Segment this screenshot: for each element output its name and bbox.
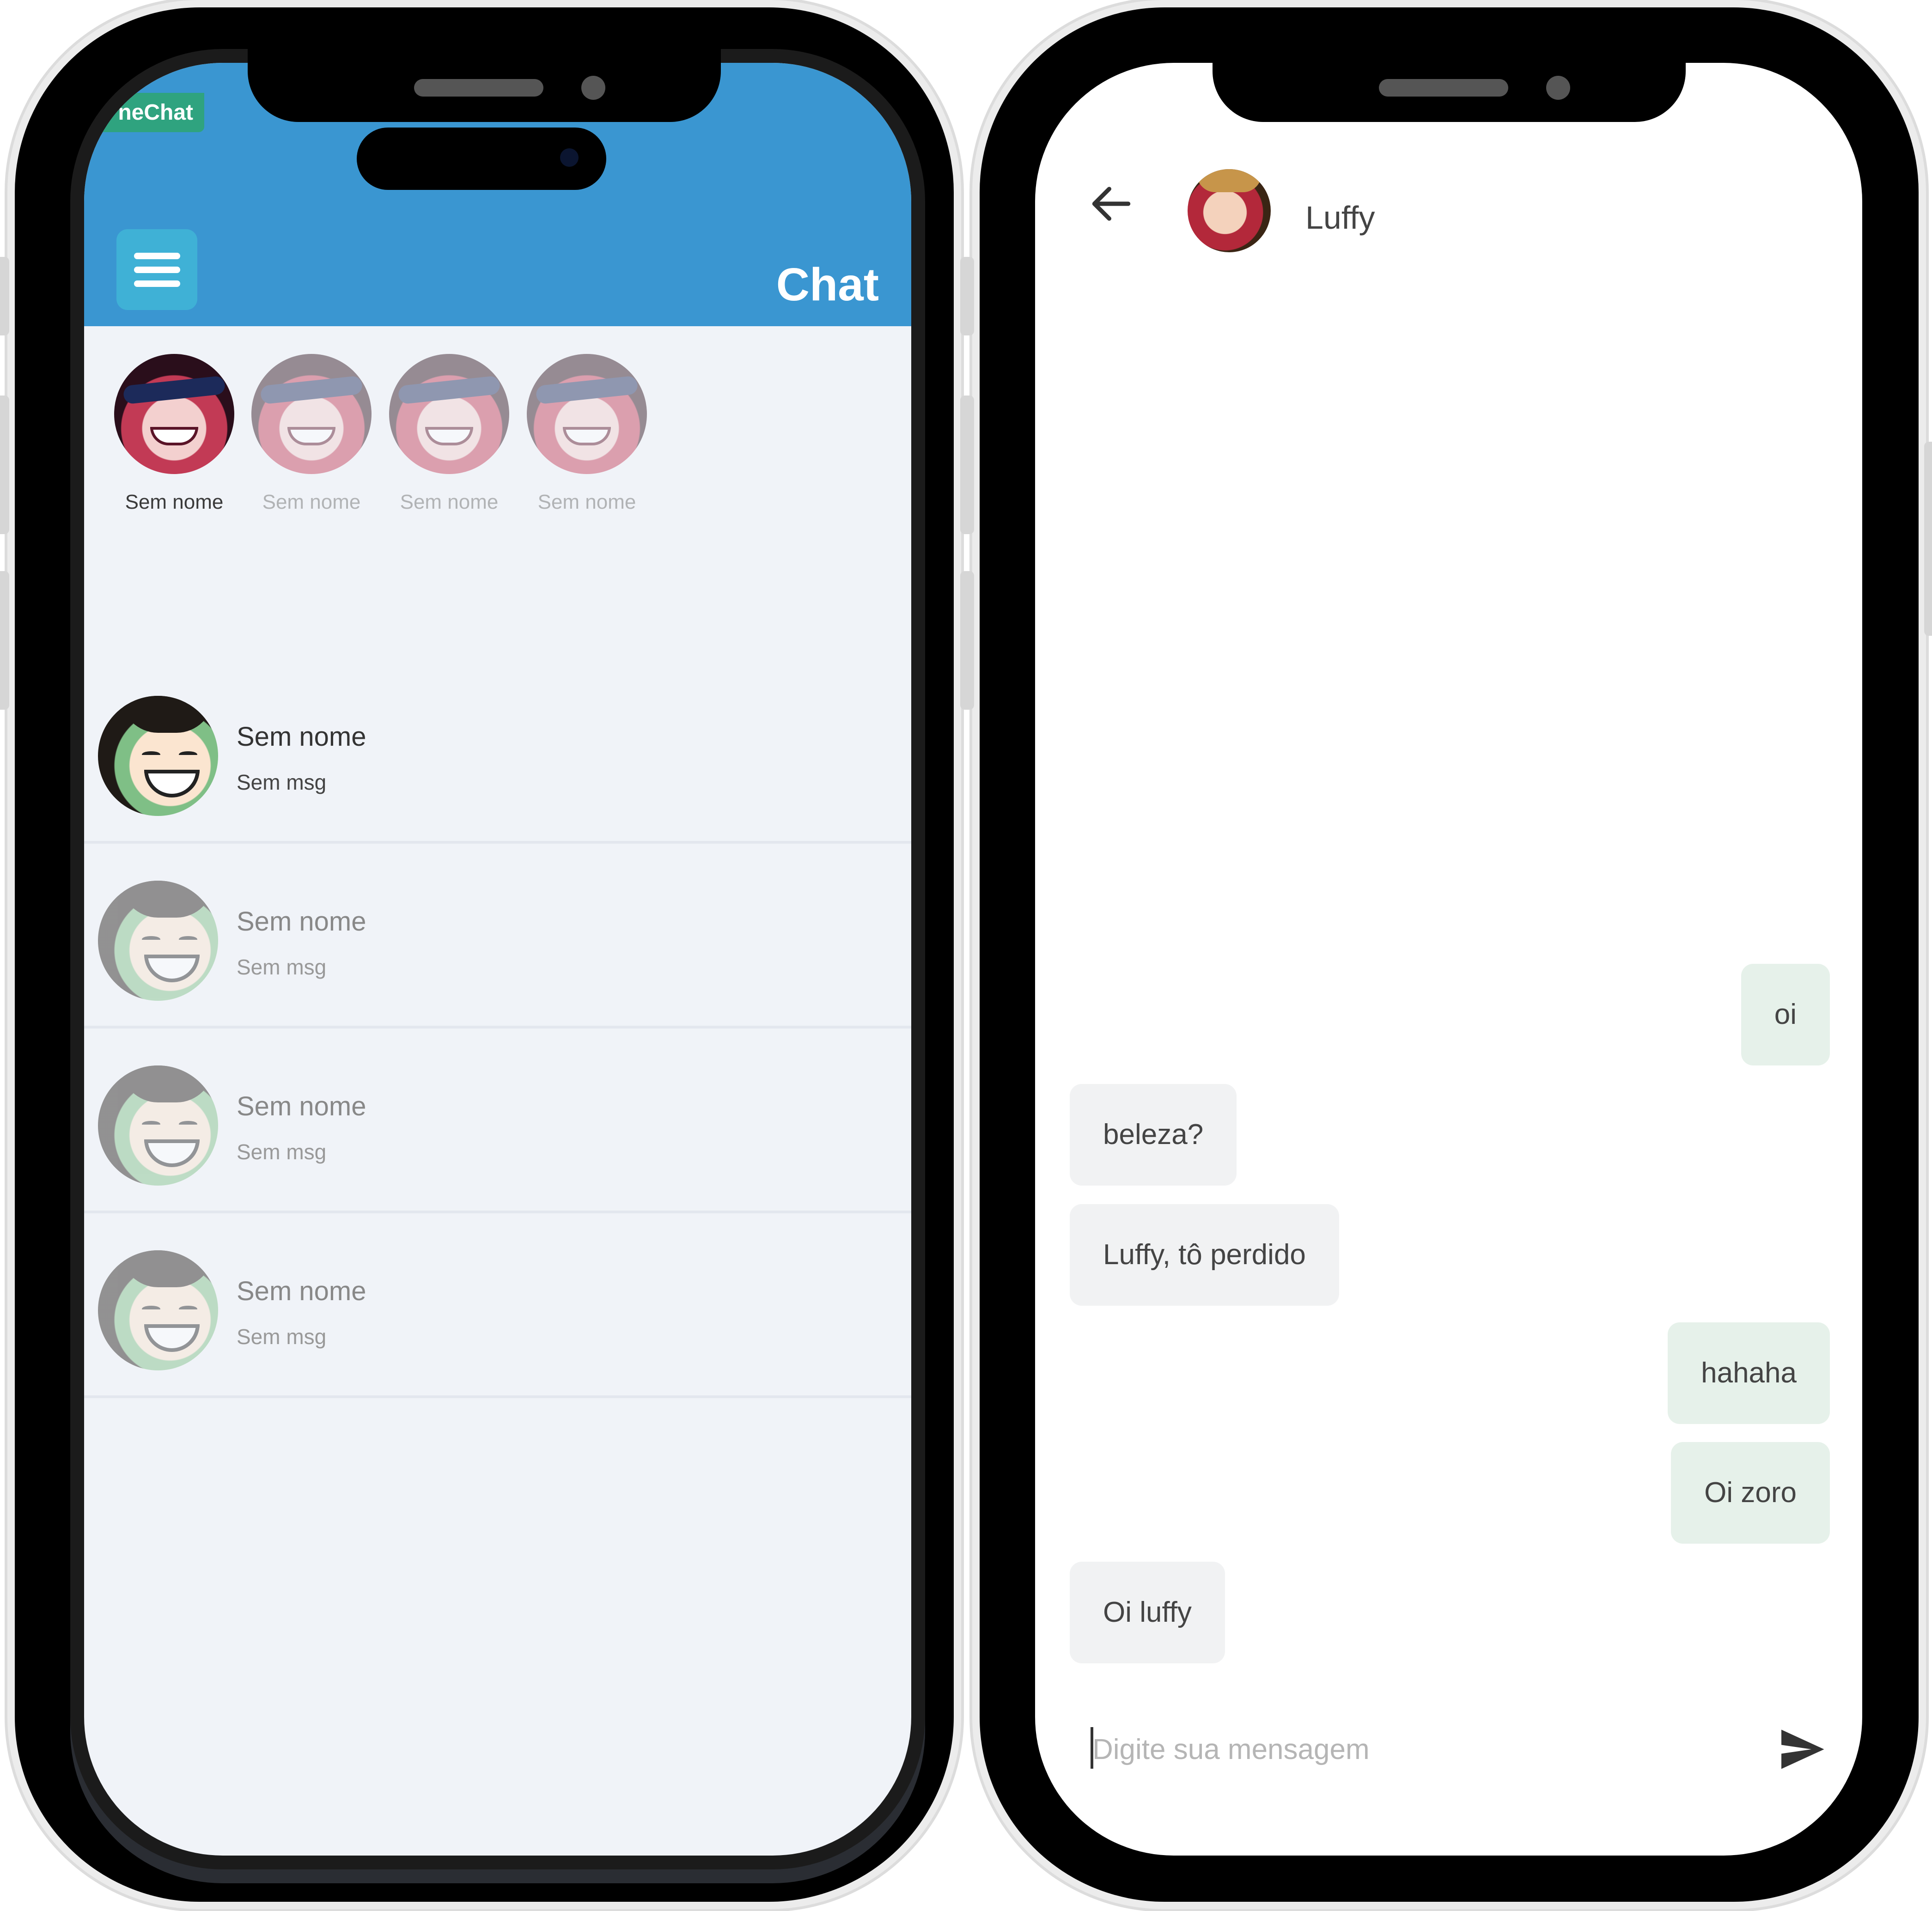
power-button	[1924, 442, 1932, 636]
notch	[1213, 7, 1686, 122]
message-bubble-incoming: Oi luffy	[1070, 1562, 1225, 1663]
avatar	[98, 1250, 218, 1370]
menu-icon	[134, 266, 180, 273]
menu-icon	[134, 252, 180, 259]
message-bubble-incoming: Luffy, tô perdido	[1070, 1204, 1339, 1306]
message-input[interactable]	[1091, 1717, 1747, 1782]
message-composer	[1091, 1717, 1830, 1782]
dynamic-island	[357, 128, 606, 190]
conversation-preview: Sem msg	[237, 770, 327, 794]
conversation-preview: Sem msg	[237, 1140, 327, 1164]
conversation-row[interactable]: Sem nome Sem msg	[84, 844, 911, 1029]
volume-up-button	[0, 396, 9, 534]
back-arrow-icon[interactable]	[1086, 178, 1137, 229]
menu-icon	[134, 280, 180, 287]
conversation-screen: Luffy oi beleza? Luffy, tô perdido hahah…	[1035, 63, 1862, 1856]
mute-switch	[0, 257, 9, 335]
conversation-name: Sem nome	[237, 1276, 366, 1306]
story-label: Sem nome	[400, 491, 499, 513]
volume-down-button	[960, 571, 974, 710]
avatar	[98, 1065, 218, 1186]
phone-frame-right: Luffy oi beleza? Luffy, tô perdido hahah…	[960, 7, 1932, 1902]
conversation-preview: Sem msg	[237, 955, 327, 979]
front-camera	[581, 76, 605, 100]
message-bubble-incoming: beleza?	[1070, 1084, 1237, 1186]
speaker-grille	[1379, 79, 1508, 97]
brand-tag: neChat	[103, 93, 204, 132]
front-camera	[1546, 76, 1570, 100]
story-label: Sem nome	[262, 491, 361, 513]
contact-avatar[interactable]	[1188, 169, 1271, 252]
conversation-preview: Sem msg	[237, 1325, 327, 1349]
notch	[248, 7, 721, 122]
conversation-row[interactable]: Sem nome Sem msg	[84, 659, 911, 844]
volume-up-button	[960, 396, 974, 534]
speaker-grille	[414, 79, 543, 97]
story-item[interactable]: Sem nome	[114, 354, 234, 514]
story-avatar	[389, 354, 509, 474]
story-item[interactable]: Sem nome	[527, 354, 647, 514]
avatar	[98, 696, 218, 816]
mute-switch	[960, 257, 974, 335]
avatar	[98, 881, 218, 1001]
conversation-name: Sem nome	[237, 722, 366, 752]
menu-button[interactable]	[116, 229, 197, 310]
story-item[interactable]: Sem nome	[389, 354, 509, 514]
conversation-row[interactable]: Sem nome Sem msg	[84, 1029, 911, 1213]
chat-list-screen: neChat Chat Sem nome Sem nome Sem nome S…	[84, 63, 911, 1856]
phone-frame-left: neChat Chat Sem nome Sem nome Sem nome S…	[0, 7, 954, 1902]
message-bubble-outgoing: Oi zoro	[1671, 1442, 1830, 1544]
page-title: Chat	[776, 259, 879, 310]
conversation-name: Sem nome	[237, 907, 366, 937]
send-icon[interactable]	[1774, 1722, 1830, 1777]
story-item[interactable]: Sem nome	[251, 354, 372, 514]
story-avatar	[114, 354, 234, 474]
story-avatar	[527, 354, 647, 474]
message-bubble-outgoing: hahaha	[1668, 1322, 1830, 1424]
message-bubble-outgoing: oi	[1741, 964, 1830, 1065]
conversation-name: Sem nome	[237, 1091, 366, 1121]
text-cursor	[1091, 1727, 1093, 1769]
story-label: Sem nome	[125, 491, 224, 513]
camera-lens	[560, 148, 579, 167]
conversation-row[interactable]: Sem nome Sem msg	[84, 1213, 911, 1398]
volume-down-button	[0, 571, 9, 710]
contact-name: Luffy	[1305, 200, 1375, 236]
story-label: Sem nome	[537, 491, 636, 513]
story-avatar	[251, 354, 372, 474]
